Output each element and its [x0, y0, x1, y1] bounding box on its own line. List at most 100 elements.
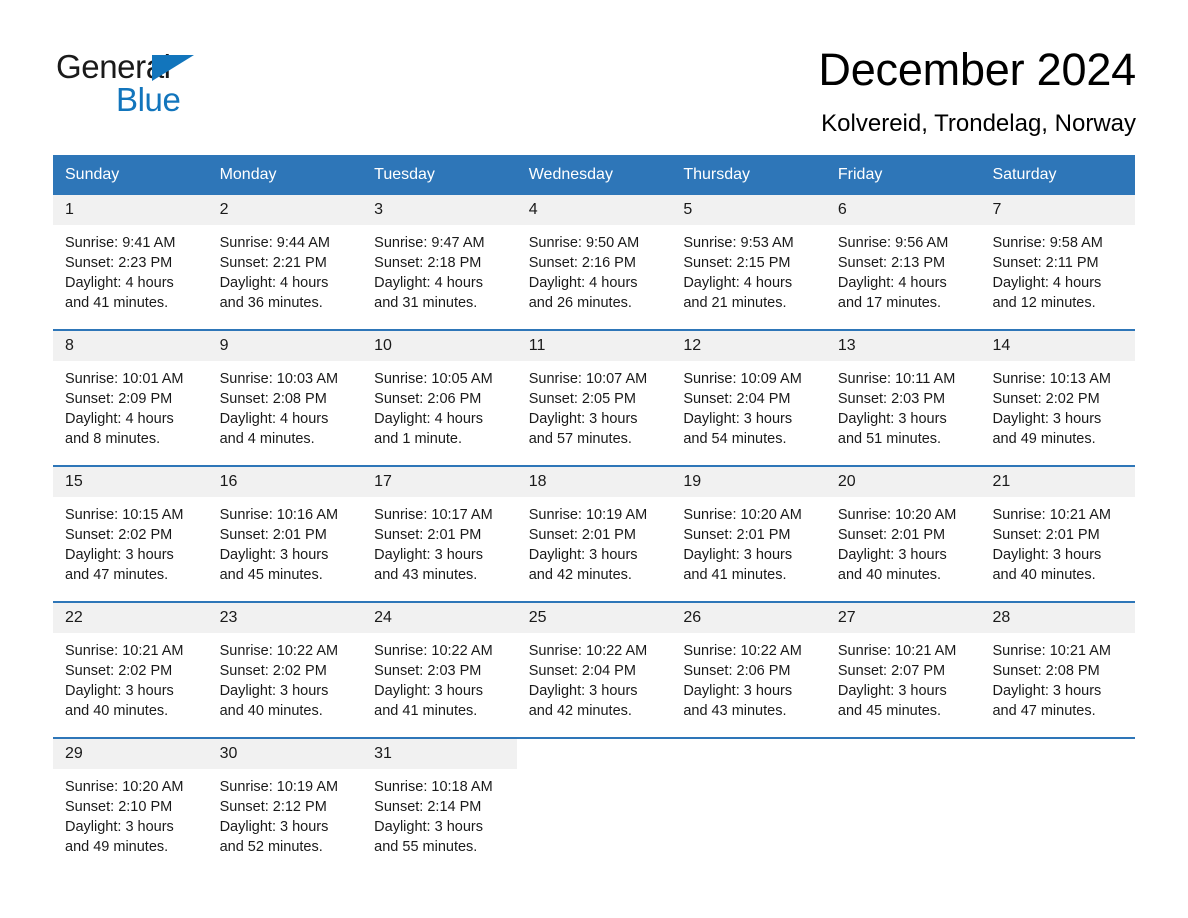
daylight-text-line2: and 41 minutes. — [374, 703, 478, 719]
day-cell[interactable]: 1 Sunrise: 9:41 AM Sunset: 2:23 PM Dayli… — [53, 195, 208, 329]
day-number: 12 — [683, 337, 702, 354]
day-number: 17 — [374, 473, 392, 490]
day-cell[interactable]: 26 Sunrise: 10:22 AM Sunset: 2:06 PM Day… — [671, 603, 826, 737]
day-cell[interactable]: 6 Sunrise: 9:56 AM Sunset: 2:13 PM Dayli… — [825, 195, 981, 329]
sunrise-text: Sunrise: 10:19 AM — [528, 507, 648, 523]
day-cell[interactable]: 21 Sunrise: 10:21 AM Sunset: 2:01 PM Day… — [980, 467, 1136, 601]
daylight-text-line2: and 40 minutes. — [837, 567, 942, 583]
daylight-text-line1: Daylight: 4 hours — [374, 411, 483, 427]
daylight-text-line1: Daylight: 4 hours — [683, 275, 793, 291]
day-cell[interactable]: 11 Sunrise: 10:07 AM Sunset: 2:05 PM Day… — [516, 331, 672, 465]
day-cell[interactable]: 17 Sunrise: 10:17 AM Sunset: 2:01 PM Day… — [362, 467, 517, 601]
daylight-text-line2: and 51 minutes. — [837, 431, 942, 447]
day-cell[interactable]: 15 Sunrise: 10:15 AM Sunset: 2:02 PM Day… — [53, 467, 208, 601]
day-number: 2 — [219, 201, 229, 218]
day-cell[interactable]: 2 Sunrise: 9:44 AM Sunset: 2:21 PM Dayli… — [207, 195, 363, 329]
day-number: 6 — [837, 201, 847, 218]
day-number-band: 21 — [980, 467, 1136, 497]
day-number-band: 16 — [207, 467, 363, 497]
day-details: Sunrise: 10:07 AM Sunset: 2:05 PM Daylig… — [517, 361, 672, 449]
sunset-text: Sunset: 2:16 PM — [528, 255, 636, 271]
day-details: Sunrise: 10:21 AM Sunset: 2:07 PM Daylig… — [826, 633, 981, 721]
day-number-band: 29 — [53, 739, 208, 769]
daylight-text-line2: and 43 minutes. — [683, 703, 787, 719]
sunset-text: Sunset: 2:15 PM — [683, 255, 791, 271]
day-cell[interactable]: 20 Sunrise: 10:20 AM Sunset: 2:01 PM Day… — [825, 467, 981, 601]
day-number-band: 1 — [53, 195, 208, 225]
daylight-text-line1: Daylight: 4 hours — [992, 275, 1102, 291]
day-cell[interactable]: 24 Sunrise: 10:22 AM Sunset: 2:03 PM Day… — [362, 603, 517, 737]
day-cell[interactable]: 29 Sunrise: 10:20 AM Sunset: 2:10 PM Day… — [53, 739, 208, 873]
day-cell[interactable]: 31 Sunrise: 10:18 AM Sunset: 2:14 PM Day… — [362, 739, 517, 873]
sunrise-text: Sunrise: 10:19 AM — [219, 779, 339, 795]
day-cell[interactable]: 9 Sunrise: 10:03 AM Sunset: 2:08 PM Dayl… — [207, 331, 363, 465]
day-number-band: 20 — [825, 467, 981, 497]
sunset-text: Sunset: 2:03 PM — [837, 391, 946, 407]
daylight-text-line2: and 40 minutes. — [219, 703, 323, 719]
sunset-text: Sunset: 2:11 PM — [992, 255, 1099, 271]
day-cell[interactable]: 3 Sunrise: 9:47 AM Sunset: 2:18 PM Dayli… — [362, 195, 517, 329]
title-block: December 2024 Kolvereid, Trondelag, Norw… — [206, 44, 1136, 139]
day-cell[interactable]: 10 Sunrise: 10:05 AM Sunset: 2:06 PM Day… — [362, 331, 517, 465]
day-cell[interactable]: 8 Sunrise: 10:01 AM Sunset: 2:09 PM Dayl… — [53, 331, 208, 465]
sunrise-text: Sunrise: 10:13 AM — [992, 371, 1111, 387]
day-cell[interactable]: 23 Sunrise: 10:22 AM Sunset: 2:02 PM Day… — [207, 603, 363, 737]
day-details: Sunrise: 10:22 AM Sunset: 2:06 PM Daylig… — [671, 633, 826, 721]
weekday-header-friday: Friday — [837, 166, 883, 183]
daylight-text-line1: Daylight: 3 hours — [837, 683, 947, 699]
sunrise-text: Sunrise: 10:20 AM — [837, 507, 957, 523]
day-number: 7 — [992, 201, 1002, 218]
day-cell[interactable]: 7 Sunrise: 9:58 AM Sunset: 2:11 PM Dayli… — [980, 195, 1136, 329]
day-number: 22 — [65, 609, 83, 626]
weekday-header-monday: Monday — [219, 166, 277, 183]
page-subtitle-location: Kolvereid, Trondelag, Norway — [821, 110, 1136, 137]
daylight-text-line1: Daylight: 3 hours — [219, 819, 329, 835]
day-cell[interactable]: 14 Sunrise: 10:13 AM Sunset: 2:02 PM Day… — [980, 331, 1136, 465]
daylight-text-line1: Daylight: 3 hours — [219, 547, 329, 563]
calendar-week-row: 29 Sunrise: 10:20 AM Sunset: 2:10 PM Day… — [53, 737, 1136, 873]
day-cell[interactable]: 5 Sunrise: 9:53 AM Sunset: 2:15 PM Dayli… — [671, 195, 826, 329]
day-number: 11 — [528, 337, 546, 354]
sunset-text: Sunset: 2:10 PM — [65, 799, 173, 815]
day-cell[interactable]: 12 Sunrise: 10:09 AM Sunset: 2:04 PM Day… — [671, 331, 826, 465]
day-number-band: 2 — [207, 195, 363, 225]
sunrise-text: Sunrise: 9:41 AM — [65, 235, 176, 251]
daylight-text-line1: Daylight: 4 hours — [219, 275, 329, 291]
daylight-text-line1: Daylight: 3 hours — [65, 547, 174, 563]
sunset-text: Sunset: 2:01 PM — [683, 527, 791, 543]
sunrise-text: Sunrise: 10:17 AM — [374, 507, 493, 523]
day-cell[interactable]: 30 Sunrise: 10:19 AM Sunset: 2:12 PM Day… — [207, 739, 363, 873]
day-cell[interactable]: 27 Sunrise: 10:21 AM Sunset: 2:07 PM Day… — [825, 603, 981, 737]
day-cell[interactable]: 25 Sunrise: 10:22 AM Sunset: 2:04 PM Day… — [516, 603, 672, 737]
day-cell[interactable]: 22 Sunrise: 10:21 AM Sunset: 2:02 PM Day… — [53, 603, 208, 737]
day-details: Sunrise: 10:18 AM Sunset: 2:14 PM Daylig… — [362, 769, 517, 857]
day-cell[interactable]: 18 Sunrise: 10:19 AM Sunset: 2:01 PM Day… — [516, 467, 672, 601]
day-number-band: 5 — [671, 195, 826, 225]
sunset-text: Sunset: 2:06 PM — [683, 663, 791, 679]
sunrise-text: Sunrise: 10:11 AM — [837, 371, 956, 387]
day-details: Sunrise: 10:05 AM Sunset: 2:06 PM Daylig… — [362, 361, 517, 449]
day-details: Sunrise: 10:03 AM Sunset: 2:08 PM Daylig… — [208, 361, 363, 449]
day-number-band: 27 — [825, 603, 981, 633]
day-cell[interactable]: 19 Sunrise: 10:20 AM Sunset: 2:01 PM Day… — [671, 467, 826, 601]
day-cell[interactable]: 13 Sunrise: 10:11 AM Sunset: 2:03 PM Day… — [825, 331, 981, 465]
sunrise-text: Sunrise: 10:16 AM — [219, 507, 339, 523]
day-cell[interactable]: 28 Sunrise: 10:21 AM Sunset: 2:08 PM Day… — [980, 603, 1136, 737]
daylight-text-line2: and 45 minutes. — [837, 703, 942, 719]
day-cell[interactable]: 16 Sunrise: 10:16 AM Sunset: 2:01 PM Day… — [207, 467, 363, 601]
sunrise-text: Sunrise: 10:07 AM — [528, 371, 648, 387]
day-number: 10 — [374, 337, 392, 354]
sunset-text: Sunset: 2:21 PM — [219, 255, 327, 271]
day-cell[interactable]: 4 Sunrise: 9:50 AM Sunset: 2:16 PM Dayli… — [516, 195, 672, 329]
day-cell-empty — [980, 739, 1136, 873]
day-details: Sunrise: 10:19 AM Sunset: 2:12 PM Daylig… — [208, 769, 363, 857]
day-details: Sunrise: 10:09 AM Sunset: 2:04 PM Daylig… — [671, 361, 826, 449]
daylight-text-line1: Daylight: 3 hours — [219, 683, 329, 699]
day-number: 30 — [219, 745, 238, 762]
general-blue-logo[interactable]: General Blue — [56, 44, 206, 120]
sunrise-text: Sunrise: 10:01 AM — [65, 371, 184, 387]
day-number-band: 30 — [207, 739, 363, 769]
sunset-text: Sunset: 2:04 PM — [683, 391, 791, 407]
daylight-text-line2: and 47 minutes. — [992, 703, 1096, 719]
daylight-text-line1: Daylight: 4 hours — [65, 411, 174, 427]
